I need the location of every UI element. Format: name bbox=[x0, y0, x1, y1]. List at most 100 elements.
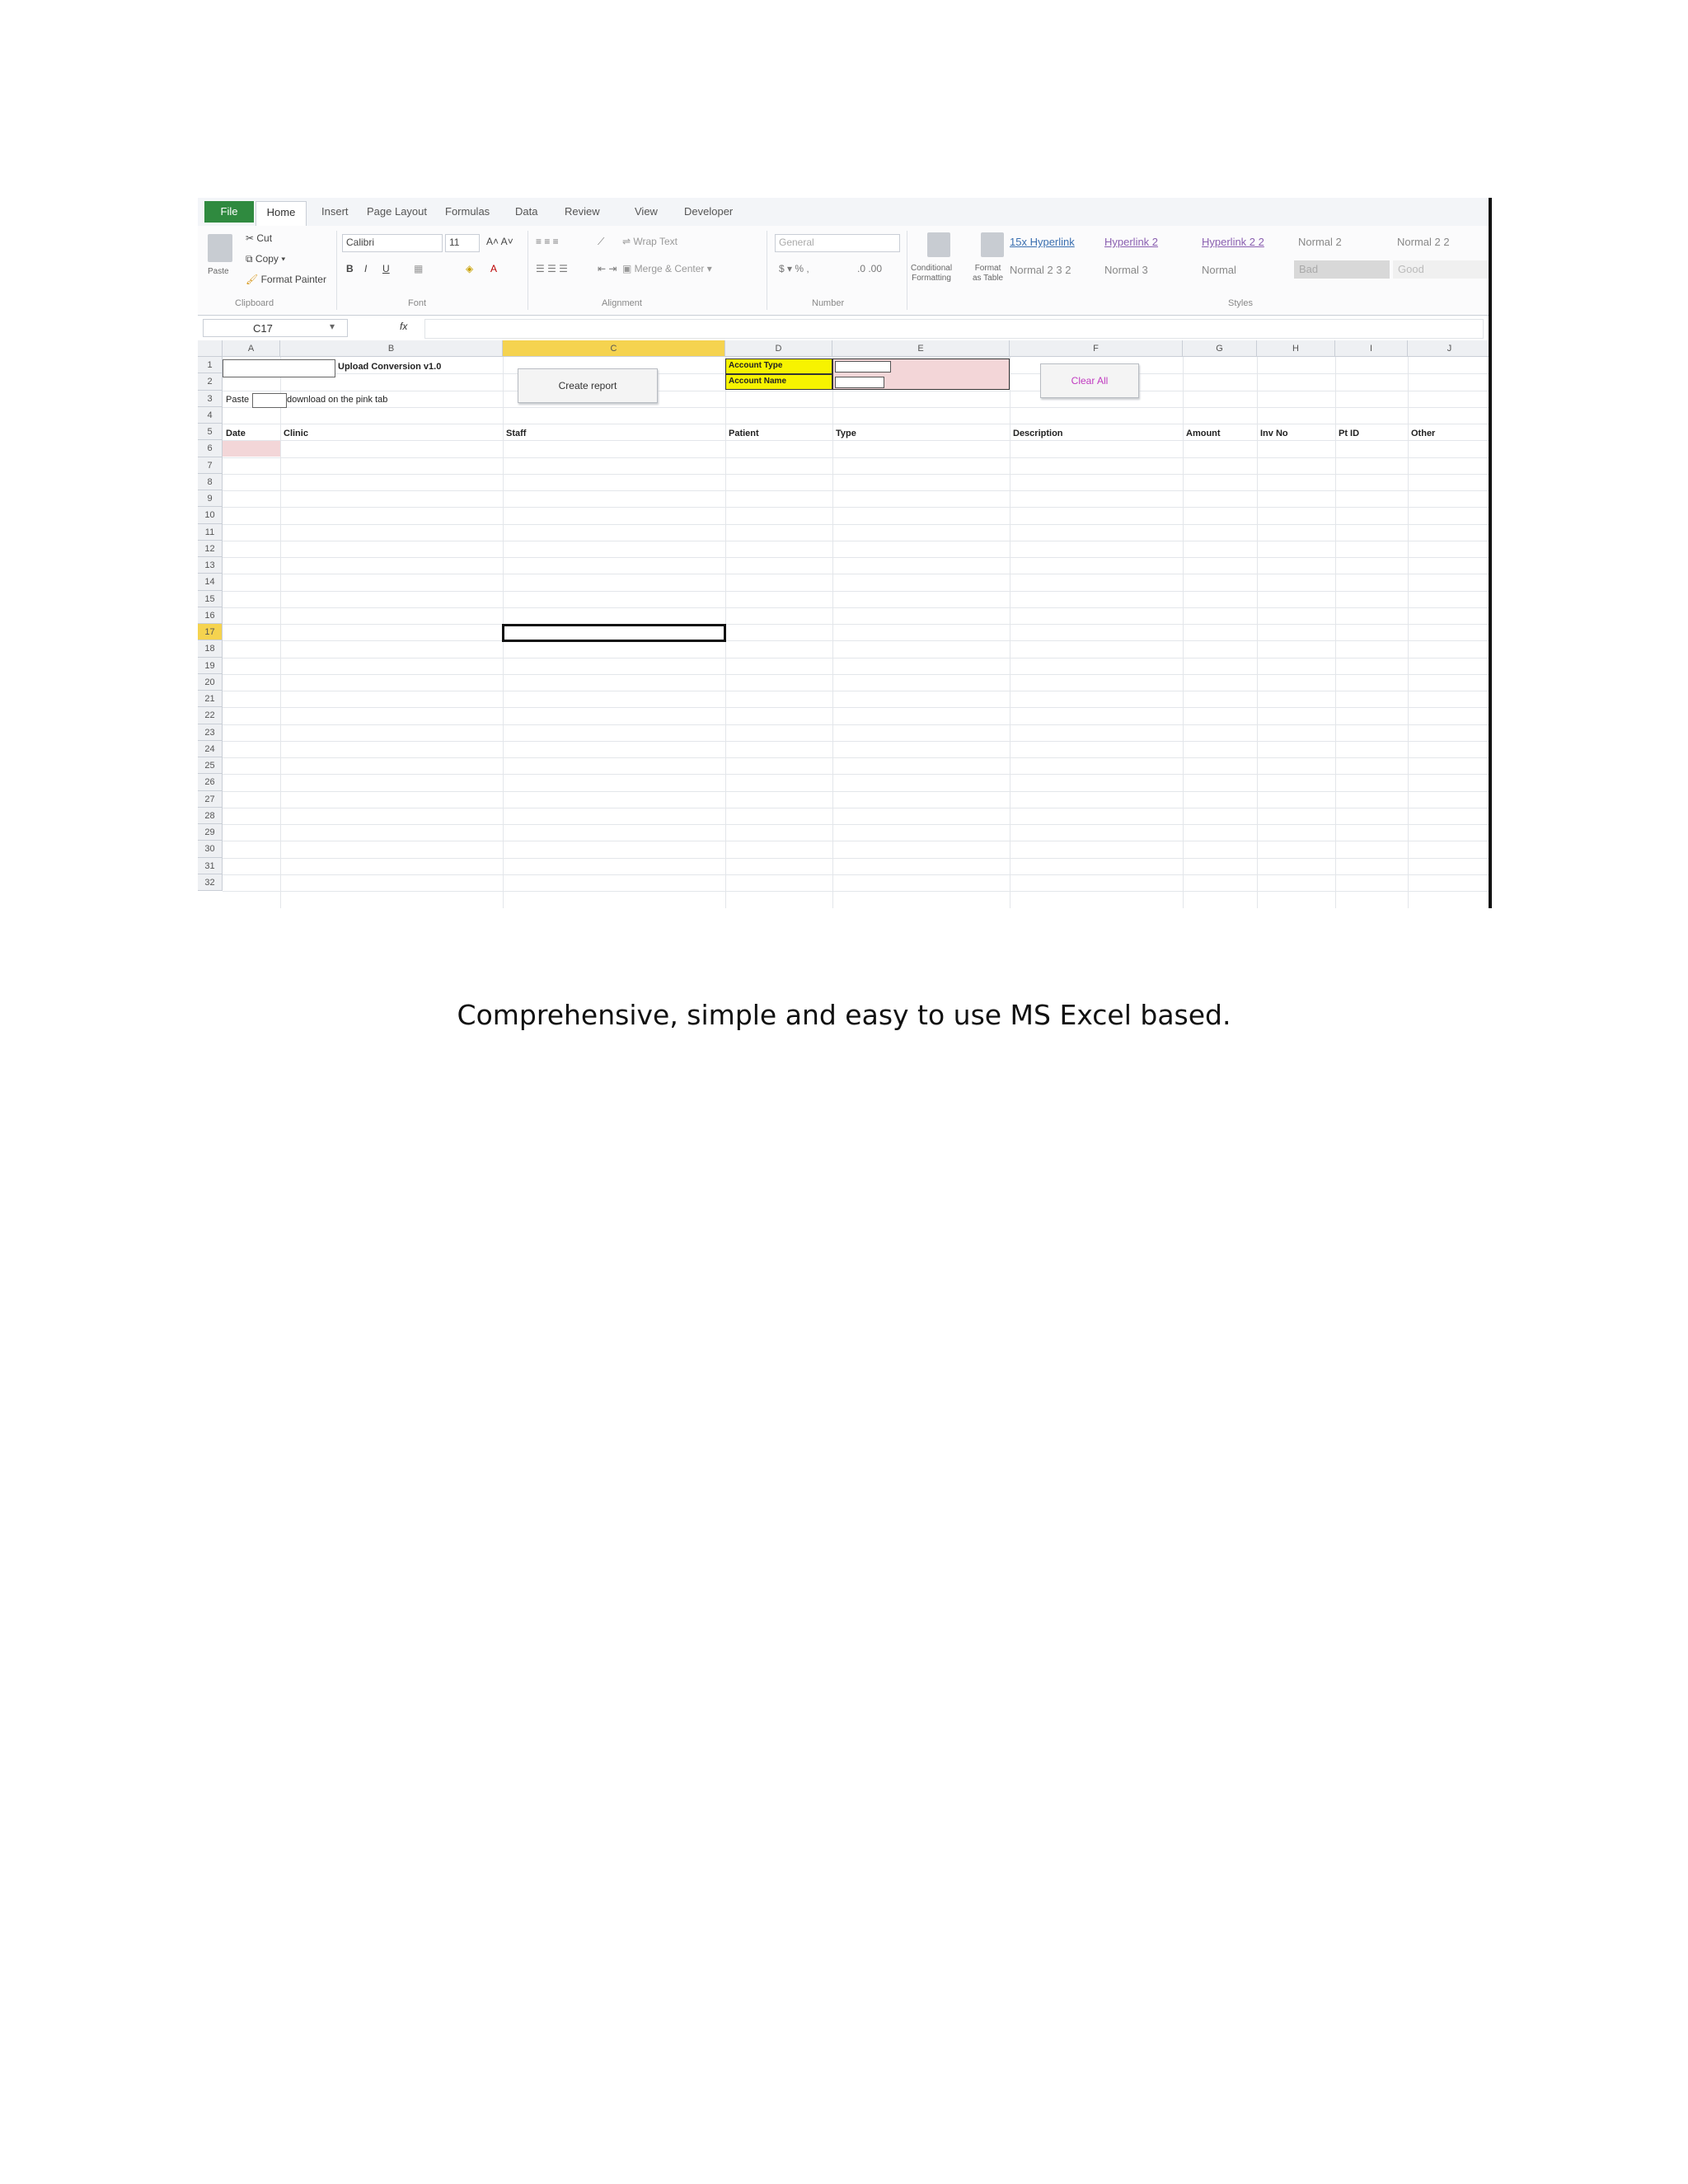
style-hyperlink-2-2[interactable]: Hyperlink 2 2 bbox=[1202, 236, 1264, 248]
name-box-dropdown-icon[interactable]: ▾ bbox=[330, 321, 335, 332]
italic-icon[interactable]: I bbox=[364, 263, 367, 274]
column-header-i[interactable]: I bbox=[1335, 340, 1408, 357]
font-name-select[interactable]: Calibri bbox=[342, 234, 443, 252]
column-header-f[interactable]: F bbox=[1010, 340, 1183, 357]
row-header[interactable]: 30 bbox=[198, 841, 223, 858]
row-header[interactable]: 8 bbox=[198, 473, 223, 490]
row-header[interactable]: 21 bbox=[198, 691, 223, 708]
tab-view[interactable]: View bbox=[635, 205, 658, 218]
row-header[interactable]: 7 bbox=[198, 457, 223, 474]
row-header[interactable]: 11 bbox=[198, 523, 223, 541]
create-report-button[interactable]: Create report bbox=[518, 368, 658, 403]
indent-icon[interactable]: ⇤ ⇥ bbox=[598, 263, 617, 274]
merge-center-button[interactable]: ▣ Merge & Center ▾ bbox=[622, 263, 712, 274]
row-header[interactable]: 19 bbox=[198, 657, 223, 674]
row-header[interactable]: 3 bbox=[198, 390, 223, 407]
number-format-select[interactable]: General bbox=[775, 234, 900, 252]
style-normal-2-3-2[interactable]: Normal 2 3 2 bbox=[1010, 264, 1071, 276]
column-header-c[interactable]: C bbox=[503, 340, 725, 357]
tab-insert[interactable]: Insert bbox=[321, 205, 349, 218]
format-as-table-button[interactable]: Format as Table bbox=[973, 264, 1003, 284]
clear-all-button[interactable]: Clear All bbox=[1040, 363, 1139, 398]
row-header[interactable]: 22 bbox=[198, 707, 223, 724]
row-header[interactable]: 31 bbox=[198, 857, 223, 874]
tab-developer[interactable]: Developer bbox=[684, 205, 733, 218]
row-header[interactable]: 18 bbox=[198, 640, 223, 658]
select-all-corner[interactable] bbox=[198, 340, 223, 357]
decimal-icon[interactable]: .0 .00 bbox=[857, 263, 882, 274]
align-top-icon[interactable]: ≡ ≡ ≡ bbox=[536, 236, 559, 247]
format-as-table-icon[interactable] bbox=[981, 232, 1004, 257]
column-header-j[interactable]: J bbox=[1408, 340, 1489, 357]
copy-button[interactable]: ⧉ Copy ▾ bbox=[246, 253, 285, 265]
borders-icon[interactable]: ▦ bbox=[414, 263, 423, 274]
underline-icon[interactable]: U bbox=[382, 263, 390, 274]
active-cell-c17[interactable] bbox=[502, 624, 726, 642]
font-color-icon[interactable]: A bbox=[490, 263, 497, 274]
style-good[interactable]: Good bbox=[1393, 260, 1489, 279]
style-normal-2-2[interactable]: Normal 2 2 bbox=[1397, 236, 1450, 248]
column-header-a[interactable]: A bbox=[223, 340, 280, 357]
column-header-g[interactable]: G bbox=[1183, 340, 1257, 357]
fx-icon[interactable]: fx bbox=[400, 321, 407, 332]
row-header[interactable]: 25 bbox=[198, 757, 223, 775]
pink-cell-a6[interactable] bbox=[223, 441, 280, 457]
style-hyperlink-2[interactable]: Hyperlink 2 bbox=[1104, 236, 1158, 248]
tab-home[interactable]: Home bbox=[256, 201, 307, 226]
row-header[interactable]: 4 bbox=[198, 406, 223, 424]
currency-icon[interactable]: $ ▾ % , bbox=[779, 263, 809, 274]
conditional-formatting-icon[interactable] bbox=[927, 232, 950, 257]
row-header[interactable]: 6 bbox=[198, 440, 223, 457]
row-header[interactable]: 16 bbox=[198, 607, 223, 624]
row-header[interactable]: 26 bbox=[198, 774, 223, 791]
tab-data[interactable]: Data bbox=[515, 205, 537, 218]
tab-formulas[interactable]: Formulas bbox=[445, 205, 490, 218]
row-header[interactable]: 24 bbox=[198, 740, 223, 757]
conditional-formatting-button[interactable]: Conditional Formatting bbox=[911, 264, 952, 284]
tab-file[interactable]: File bbox=[204, 201, 254, 223]
tab-review[interactable]: Review bbox=[565, 205, 600, 218]
fill-color-icon[interactable]: ◈ bbox=[466, 263, 473, 274]
row-header[interactable]: 2 bbox=[198, 373, 223, 391]
formula-input[interactable] bbox=[424, 319, 1484, 339]
format-painter-button[interactable]: 🖌 Format Painter bbox=[246, 274, 326, 285]
column-header-h[interactable]: H bbox=[1257, 340, 1335, 357]
row-header[interactable]: 15 bbox=[198, 590, 223, 607]
row-header[interactable]: 1 bbox=[198, 357, 223, 374]
grow-font-icon[interactable]: A˄ A˅ bbox=[486, 236, 513, 247]
font-size-select[interactable]: 11 bbox=[445, 234, 480, 252]
style-normal-3[interactable]: Normal 3 bbox=[1104, 264, 1148, 276]
bold-icon[interactable]: B bbox=[346, 263, 354, 274]
wrap-text-button[interactable]: ⇌ Wrap Text bbox=[622, 236, 678, 247]
align-left-icon[interactable]: ☰ ☰ ☰ bbox=[536, 263, 568, 274]
column-header-e[interactable]: E bbox=[832, 340, 1010, 357]
row-header[interactable]: 29 bbox=[198, 824, 223, 841]
row-header[interactable]: 14 bbox=[198, 574, 223, 591]
row-header[interactable]: 10 bbox=[198, 507, 223, 524]
style-normal-2[interactable]: Normal 2 bbox=[1298, 236, 1342, 248]
account-name-input[interactable] bbox=[835, 377, 884, 388]
name-box[interactable]: C17 bbox=[203, 319, 348, 337]
paste-icon[interactable] bbox=[208, 234, 232, 262]
column-header-b[interactable]: B bbox=[280, 340, 503, 357]
row-header[interactable]: 27 bbox=[198, 790, 223, 808]
row-header[interactable]: 5 bbox=[198, 424, 223, 441]
input-cell-a1[interactable] bbox=[223, 359, 335, 377]
style-bad[interactable]: Bad bbox=[1294, 260, 1390, 279]
row-header[interactable]: 17 bbox=[198, 624, 223, 641]
cut-button[interactable]: ✂ Cut bbox=[246, 232, 272, 244]
style-15x-hyperlink[interactable]: 15x Hyperlink bbox=[1010, 236, 1075, 248]
row-header[interactable]: 9 bbox=[198, 490, 223, 508]
row-header[interactable]: 28 bbox=[198, 807, 223, 824]
tab-page-layout[interactable]: Page Layout bbox=[367, 205, 427, 218]
paste-input-cell[interactable] bbox=[252, 393, 287, 408]
paste-button[interactable]: Paste bbox=[208, 267, 229, 276]
column-header-d[interactable]: D bbox=[725, 340, 832, 357]
style-normal[interactable]: Normal bbox=[1202, 264, 1236, 276]
row-header[interactable]: 32 bbox=[198, 874, 223, 891]
account-type-input[interactable] bbox=[835, 361, 891, 373]
row-header[interactable]: 13 bbox=[198, 557, 223, 574]
row-header[interactable]: 12 bbox=[198, 540, 223, 557]
account-value-cells[interactable] bbox=[832, 359, 1010, 390]
row-header[interactable]: 20 bbox=[198, 673, 223, 691]
